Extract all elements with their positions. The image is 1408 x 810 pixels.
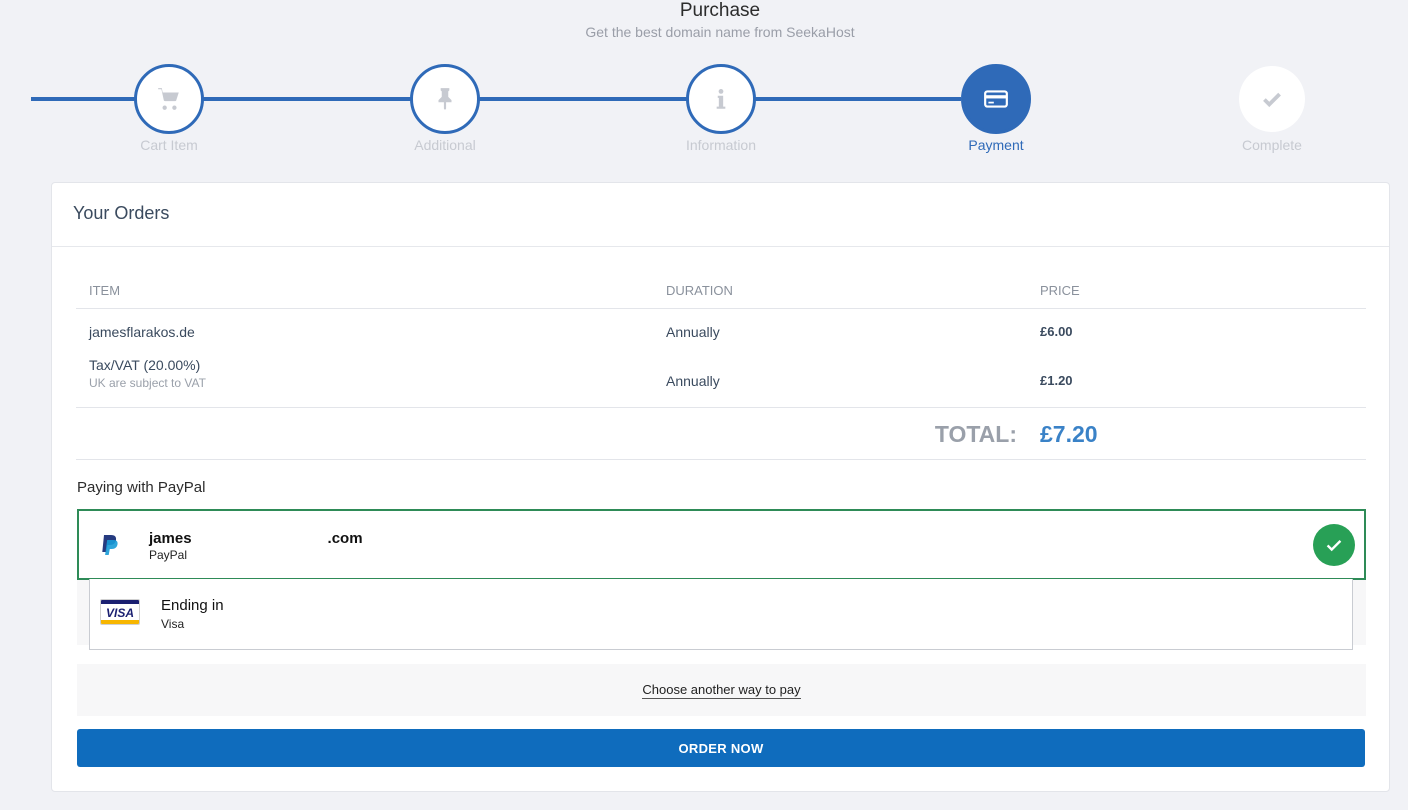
cart-icon	[158, 88, 179, 110]
orders-card: Your Orders ITEM DURATION PRICE jamesfla…	[51, 182, 1390, 792]
payment-kind: Visa	[161, 617, 185, 631]
step-cart-item[interactable]: Cart Item	[99, 64, 239, 153]
row-price: £1.20	[1040, 373, 1073, 388]
row-price: £6.00	[1040, 324, 1073, 339]
page-header: Purchase Get the best domain name from S…	[0, 0, 1408, 40]
column-duration: DURATION	[666, 283, 733, 298]
total-label: TOTAL:	[934, 421, 1017, 447]
row-item: jamesflarakos.de	[89, 324, 195, 340]
column-item: ITEM	[89, 283, 121, 298]
step-circle	[134, 64, 204, 134]
step-information[interactable]: Information	[651, 64, 791, 153]
page-title: Purchase	[679, 0, 761, 21]
payment-method-paypal[interactable]: james .com PayPal	[77, 509, 1366, 580]
paypal-icon	[102, 535, 118, 555]
pin-icon	[438, 88, 452, 110]
paying-with-heading: Paying with PayPal	[77, 479, 206, 496]
paypal-email: james .com	[149, 529, 363, 547]
total-row: TOTAL: £7.20	[76, 408, 1366, 460]
table-row: jamesflarakos.de Annually £6.00	[76, 309, 1366, 355]
orders-table: ITEM DURATION PRICE jamesflarakos.de Ann…	[76, 273, 1366, 460]
step-label: Additional	[414, 137, 476, 153]
row-item: Tax/VAT (20.00%)	[89, 357, 201, 373]
order-now-button[interactable]: ORDER NOW	[77, 729, 1365, 767]
selected-check-icon	[1313, 524, 1355, 566]
column-price: PRICE	[1040, 283, 1080, 298]
checkout-stepper: Cart Item Additional Information Payment…	[0, 64, 1408, 164]
card-ending-label: Ending in	[161, 597, 224, 614]
page-subtitle: Get the best domain name from SeekaHost	[585, 24, 855, 40]
step-payment[interactable]: Payment	[926, 64, 1066, 153]
step-circle	[686, 64, 756, 134]
total-value: £7.20	[1040, 421, 1098, 447]
table-header: ITEM DURATION PRICE	[76, 273, 1366, 309]
step-additional[interactable]: Additional	[375, 64, 515, 153]
row-duration: Annually	[666, 324, 720, 340]
step-circle	[961, 64, 1031, 134]
step-complete[interactable]: Complete	[1202, 64, 1342, 153]
visa-card-icon: VISA	[100, 599, 140, 625]
step-label: Information	[685, 137, 757, 153]
paypal-email-end: .com	[327, 530, 363, 547]
paypal-email-start: james	[149, 530, 192, 547]
row-duration: Annually	[666, 373, 720, 389]
check-icon	[1263, 92, 1281, 108]
orders-title: Your Orders	[52, 183, 1389, 247]
step-circle	[1239, 66, 1305, 132]
choose-another-way-link[interactable]: Choose another way to pay	[642, 682, 801, 699]
step-label: Cart Item	[140, 137, 198, 153]
payment-method-visa[interactable]: VISA Ending in Visa	[89, 579, 1353, 650]
table-row: Tax/VAT (20.00%) UK are subject to VAT A…	[76, 355, 1366, 408]
step-label: Payment	[968, 137, 1024, 153]
payment-kind: PayPal	[149, 548, 188, 562]
credit-card-icon	[984, 90, 1008, 108]
another-way-panel: Choose another way to pay	[77, 664, 1366, 716]
info-icon	[716, 89, 726, 109]
step-label: Complete	[1242, 137, 1302, 153]
step-circle	[410, 64, 480, 134]
row-note: UK are subject to VAT	[89, 376, 206, 390]
row-item-cell: Tax/VAT (20.00%) UK are subject to VAT	[89, 357, 206, 390]
redacted-mask	[191, 529, 328, 543]
